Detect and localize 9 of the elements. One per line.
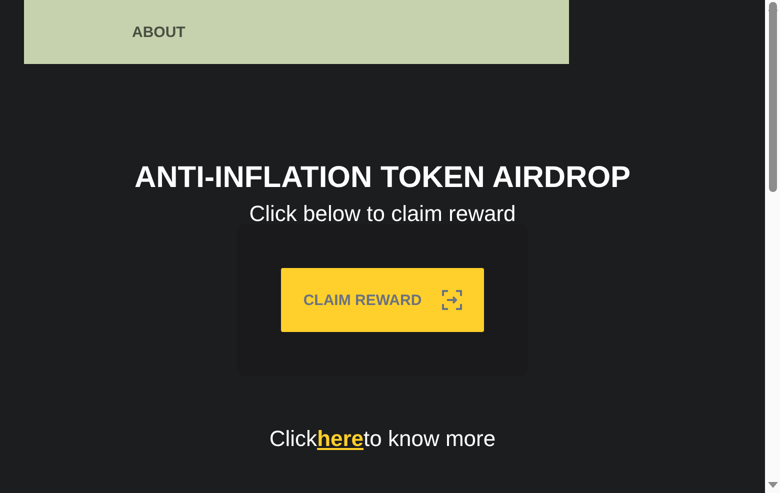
scroll-down-icon[interactable] bbox=[768, 481, 778, 489]
nav-link[interactable]: ABOUT bbox=[132, 24, 186, 40]
page-title: ANTI-INFLATION TOKEN AIRDROP bbox=[134, 160, 631, 196]
claim-button[interactable]: CLAIM REWARD bbox=[281, 268, 484, 332]
enter-icon bbox=[442, 290, 462, 310]
subtitle: Click below to claim reward bbox=[249, 200, 516, 228]
more-info-text: Clickhereto know more bbox=[269, 426, 496, 452]
here-link[interactable]: here bbox=[317, 426, 364, 451]
scrollbar-thumb[interactable] bbox=[768, 2, 776, 192]
